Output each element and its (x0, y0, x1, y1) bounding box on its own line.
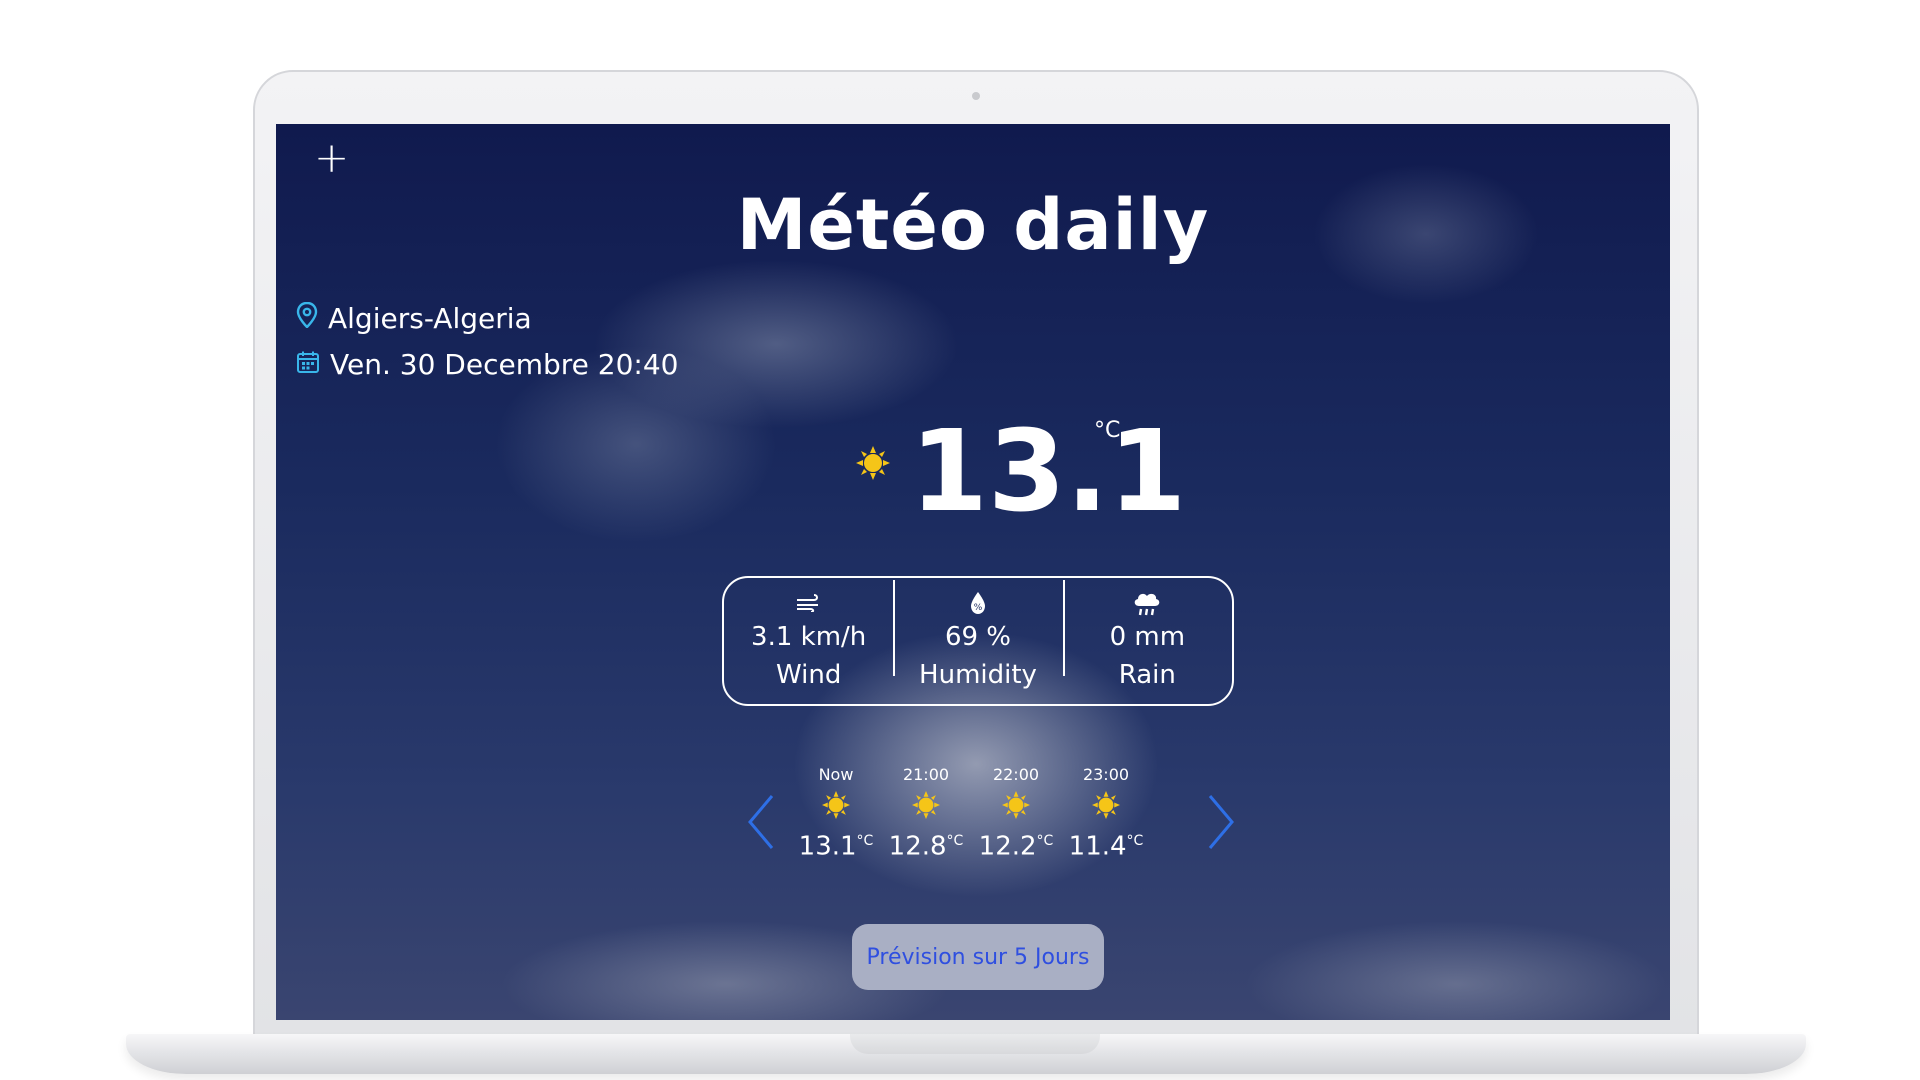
location-pin-icon (296, 301, 318, 335)
app-title: Météo daily (736, 184, 1210, 266)
current-temperature: 13.1 °C (856, 412, 1186, 542)
laptop-notch (850, 1034, 1100, 1054)
hour-temperature: 12.2°C (978, 831, 1054, 862)
prev-arrow-button[interactable] (746, 792, 776, 864)
webcam (972, 92, 980, 100)
hour-item: 21:00 12.8°C (886, 764, 966, 864)
rain-cloud-icon (1063, 588, 1232, 618)
temperature-unit: °C (1094, 418, 1121, 443)
stat-humidity: % 69 % Humidity (893, 580, 1062, 694)
datetime-row: Ven. 30 Decembre 20:40 (296, 348, 678, 381)
wind-icon (724, 588, 893, 618)
hour-time: Now (818, 765, 854, 784)
rain-label: Rain (1118, 660, 1176, 690)
hour-item: Now 13.1°C (796, 764, 876, 864)
humidity-value: 69 % (944, 622, 1012, 652)
stat-rain: 0 mm Rain (1062, 580, 1232, 694)
hour-time: 22:00 (992, 765, 1040, 784)
five-day-forecast-button[interactable]: Prévision sur 5 Jours (852, 924, 1104, 990)
temperature-value: 13.1 (910, 407, 1187, 537)
sun-icon (886, 786, 966, 824)
add-city-button[interactable]: + (314, 134, 349, 182)
next-arrow-button[interactable] (1206, 792, 1236, 864)
sun-icon (796, 786, 876, 824)
location-row: Algiers-Algeria (296, 301, 532, 335)
stat-wind: 3.1 km/h Wind (724, 588, 893, 694)
svg-text:%: % (974, 603, 983, 613)
sun-icon (1066, 786, 1146, 824)
hour-temperature: 11.4°C (1068, 831, 1144, 862)
location-text: Algiers-Algeria (328, 302, 532, 335)
hour-time: 23:00 (1082, 765, 1130, 784)
rain-value: 0 mm (1109, 622, 1186, 652)
hour-temperature: 12.8°C (888, 831, 964, 862)
hour-temperature: 13.1°C (798, 831, 874, 862)
hour-item: 23:00 11.4°C (1066, 764, 1146, 864)
humidity-icon: % (893, 588, 1062, 618)
hour-time: 21:00 (902, 765, 950, 784)
weather-stats-panel: 3.1 km/h Wind % 69 % Humidity 0 mm Rain (722, 576, 1234, 706)
wind-value: 3.1 km/h (751, 622, 867, 652)
hour-item: 22:00 12.2°C (976, 764, 1056, 864)
wind-label: Wind (775, 660, 842, 690)
sun-icon (976, 786, 1056, 824)
sun-icon (856, 446, 890, 484)
humidity-label: Humidity (919, 660, 1037, 690)
datetime-text: Ven. 30 Decembre 20:40 (330, 348, 679, 381)
hourly-forecast: Now 13.1°C 21:00 12.8°C 22:00 12.2°C 23:… (746, 764, 1234, 874)
weather-app-screen: + Météo daily Algiers-Algeria Ven. 30 De… (276, 124, 1670, 1020)
calendar-icon (296, 348, 320, 381)
hourly-list: Now 13.1°C 21:00 12.8°C 22:00 12.2°C 23:… (796, 764, 1146, 864)
